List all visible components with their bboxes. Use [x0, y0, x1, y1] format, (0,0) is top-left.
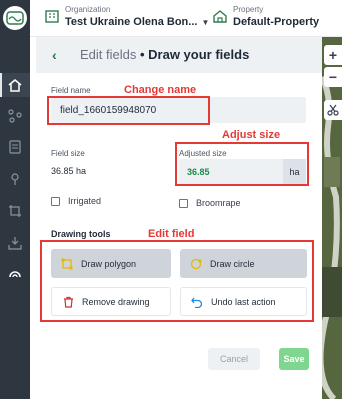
broomrape-checkbox[interactable]: Broomrape: [179, 198, 241, 208]
broomrape-checkbox-box[interactable]: [179, 198, 188, 208]
save-button[interactable]: Save: [279, 348, 309, 370]
title-separator: •: [136, 47, 149, 62]
property-selector[interactable]: Property Default-Property: [212, 5, 319, 30]
property-icon: [212, 8, 228, 24]
annotation-adjust-size: Adjust size: [222, 129, 281, 141]
broomrape-label: Broomrape: [196, 198, 241, 208]
title-prefix: Edit fields: [80, 47, 137, 62]
irrigated-checkbox[interactable]: Irrigated: [51, 196, 101, 206]
organization-selector[interactable]: Organization Test Ukraine Olena Bon... ▼: [44, 5, 209, 30]
chevron-down-icon: ▼: [201, 18, 210, 27]
fields-icon[interactable]: [6, 107, 24, 125]
field-name-label: Field name: [51, 86, 91, 95]
crop-icon[interactable]: [6, 202, 24, 220]
annotation-box-adjusted-size: [175, 142, 309, 186]
panel-title-bar: ‹ Edit fields • Draw your fields: [36, 37, 322, 73]
weather-icon[interactable]: [6, 264, 24, 282]
import-icon[interactable]: [6, 234, 24, 252]
property-label: Property: [233, 5, 264, 14]
organization-icon: [44, 8, 60, 24]
field-size-value: 36.85 ha: [51, 166, 87, 176]
page-title: Edit fields • Draw your fields: [80, 47, 249, 63]
cancel-button[interactable]: Cancel: [208, 348, 260, 370]
map-view[interactable]: [322, 37, 342, 399]
annotation-box-field-name: [47, 96, 210, 125]
irrigated-label: Irrigated: [68, 196, 102, 206]
home-icon[interactable]: [0, 73, 30, 97]
organization-label: Organization: [65, 5, 111, 14]
top-header: Organization Test Ukraine Olena Bon... ▼ …: [30, 0, 342, 37]
back-button[interactable]: ‹: [52, 47, 57, 63]
title-main: Draw your fields: [148, 47, 250, 62]
irrigated-checkbox-box[interactable]: [51, 196, 60, 206]
property-value: Default-Property: [233, 16, 320, 28]
zoom-out-button[interactable]: −: [324, 67, 342, 87]
left-navigation: [0, 0, 30, 399]
zoom-in-button[interactable]: +: [324, 45, 342, 65]
scissors-icon[interactable]: [324, 100, 342, 120]
notes-icon[interactable]: [6, 138, 24, 156]
annotation-box-drawing-tools: [40, 240, 314, 322]
logo-icon[interactable]: [3, 6, 27, 30]
drawing-tools-heading: Drawing tools: [51, 229, 111, 239]
organization-value: Test Ukraine Olena Bon...: [65, 16, 198, 28]
field-size-label: Field size: [51, 149, 85, 158]
location-icon[interactable]: [6, 170, 24, 188]
